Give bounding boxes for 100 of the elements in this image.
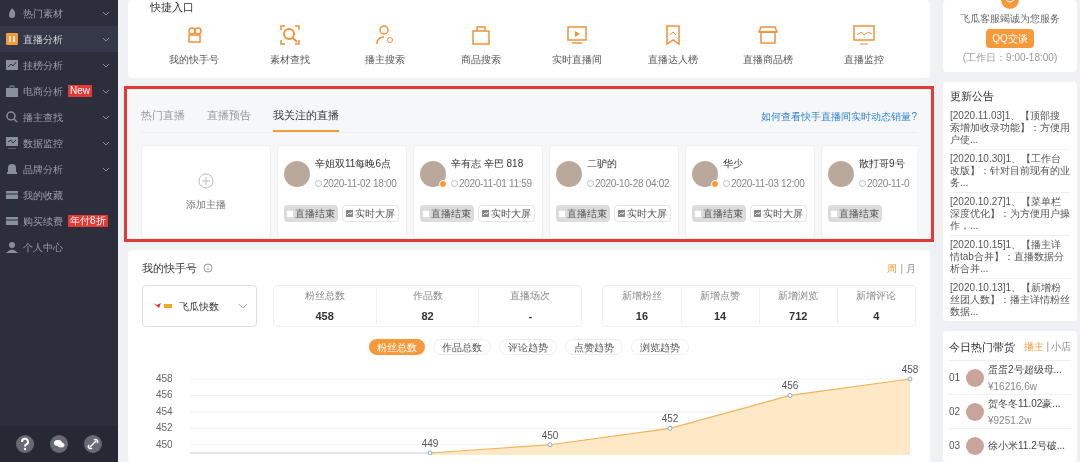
realtime-screen-button[interactable]: 实时大屏 [478,205,535,222]
stream-time: 2020-11-01 11:59 [459,177,532,191]
realtime-screen-button[interactable]: 实时大屏 [342,205,399,222]
work-hours: (工作日：9:00-18:00) [962,51,1058,65]
notice-item[interactable]: [2020.10.15]1、【播主详情tab合并】：直播数据分析合并... [950,235,1070,279]
section-title: 我的快手号 [142,260,197,276]
square-icon [287,210,293,217]
period-toggle[interactable]: 小店 [1051,339,1071,355]
realtime-screen-button[interactable]: 实时大屏 [614,205,671,222]
sidebar-item[interactable]: 热门素材 [0,0,118,26]
info-icon[interactable] [203,263,213,273]
quick-entry-item[interactable]: 直播监控 [827,24,900,67]
avatar [966,436,984,455]
help-link[interactable]: 如何查看快手直播间实时动态销量? [761,109,917,124]
live-ended-button[interactable]: 直播结束 [284,205,338,222]
sales-amount: ¥9251.2w [988,413,1033,428]
sidebar-item[interactable]: 播主查找 [0,104,118,130]
flame-icon [6,7,18,19]
stat-label: 新增粉丝 [621,288,662,303]
square-icon [559,210,565,217]
quick-entry-item[interactable]: 我的快手号 [158,24,230,67]
stat-value: 82 [421,308,434,324]
stat-label: 直播场次 [510,288,551,303]
sidebar-item[interactable]: 数据监控 [0,130,118,156]
streamer-name: 二驴的 [587,157,618,171]
notice-item[interactable]: [2020.11.03]1、【顶部搜索增加收录功能】：方便用户使... [950,106,1070,150]
avatar [966,402,984,421]
data-point [667,425,673,431]
notice-item[interactable]: [2020.10.30]1、【工作台改版】：针对目前现有的业务... [950,149,1070,193]
sidebar-item[interactable]: 电商分析 New [0,78,118,104]
streamer-name: 散打哥9号 [859,157,906,171]
sidebar-item[interactable]: 品牌分析 [0,156,118,182]
realtime-screen-button[interactable]: 实时大屏 [750,205,807,222]
live-tab[interactable]: 我关注的直播 [273,106,339,132]
rank-number: 03 [949,439,962,453]
sidebar-item[interactable]: 挂榜分析 [0,52,118,78]
separator: | [1046,340,1049,355]
quick-entry-item[interactable]: 直播商品榜 [732,24,805,67]
search-icon [6,111,18,123]
clock-icon [315,180,322,187]
notice-item[interactable]: [2020.10.13]1、【新增粉丝团人数】：播主详情粉丝数据... [950,278,1070,321]
account-selector[interactable]: 飞瓜快数 [142,285,257,327]
live-ended-button[interactable]: 直播结束 [828,205,882,222]
data-point [907,376,913,382]
notice-title: 更新公告 [950,89,995,104]
sidebar-item[interactable]: 购买续费 年付8折 [0,208,118,234]
rank-number: 02 [949,405,962,419]
quick-entry-item[interactable]: 直播达人榜 [636,24,709,67]
sidebar-item[interactable]: 个人中心 [0,234,118,260]
goods-name[interactable]: 贺冬冬11.02豪... [988,395,1061,411]
live-ended-button[interactable]: 直播结束 [556,205,610,222]
data-label: 456 [781,380,799,392]
video-screen-icon [565,24,588,46]
clock-icon [859,180,866,187]
chart-icon [346,210,353,217]
clock-icon [723,180,730,187]
sidebar-item[interactable]: 我的收藏 [0,182,118,208]
quick-entry-item[interactable]: 素材查找 [253,24,326,67]
y-tick-label: 456 [156,389,173,401]
stream-time: 2020-11-02 18:00 [323,177,397,191]
streamer-name: 辛有志 辛巴 818 [451,157,525,171]
line-chart-icon [6,59,18,71]
stat-label: 作品数 [412,288,443,303]
quick-entry-title: 快捷入口 [150,1,194,13]
sales-amount: ¥16216.6w [988,379,1038,394]
live-ended-button[interactable]: 直播结束 [692,205,746,222]
quick-entry-item[interactable]: 商品搜索 [445,24,518,67]
stat-label: 粉丝总数 [304,288,345,303]
add-streamer-card[interactable]: 添加主播 [141,145,271,239]
help-icon[interactable] [16,435,34,453]
chart-icon [618,210,625,217]
live-ended-button[interactable]: 直播结束 [420,205,474,222]
monitor-icon [852,24,875,46]
wechat-icon[interactable] [50,435,68,453]
square-icon [695,210,701,217]
stat-value: 14 [713,308,727,324]
data-label: 458 [901,365,919,375]
stat-value: 458 [315,308,334,324]
square-icon [831,210,837,217]
data-point [787,392,793,398]
rank-number: 01 [949,371,962,385]
bar-chart-icon [6,33,18,45]
user-icon [6,241,18,253]
scan-search-icon [278,24,301,46]
data-label: 452 [661,413,679,425]
service-text: 飞瓜客服竭诚为您服务 [960,12,1060,26]
quick-entry-item[interactable]: 播主搜索 [349,24,422,67]
bag-icon [6,85,18,97]
link-icon[interactable] [84,435,102,453]
sidebar-item[interactable]: 直播分析 [0,26,118,52]
period-toggle[interactable]: 月 [906,260,916,276]
square-icon [423,210,429,217]
y-tick-label: 458 [156,373,173,384]
hot-goods-title: 今日热门带货 [949,339,1015,355]
notice-item[interactable]: [2020.10.27]1、【菜单栏深度优化】：为方便用户操作，... [950,192,1070,236]
goods-name[interactable]: 蛋蛋2号超级母... [988,361,1062,377]
goods-name[interactable]: 徐小米11.2号破... [988,438,1066,453]
y-tick-label: 452 [156,422,173,434]
separator: | [900,261,903,276]
quick-entry-item[interactable]: 实时直播间 [540,24,613,67]
